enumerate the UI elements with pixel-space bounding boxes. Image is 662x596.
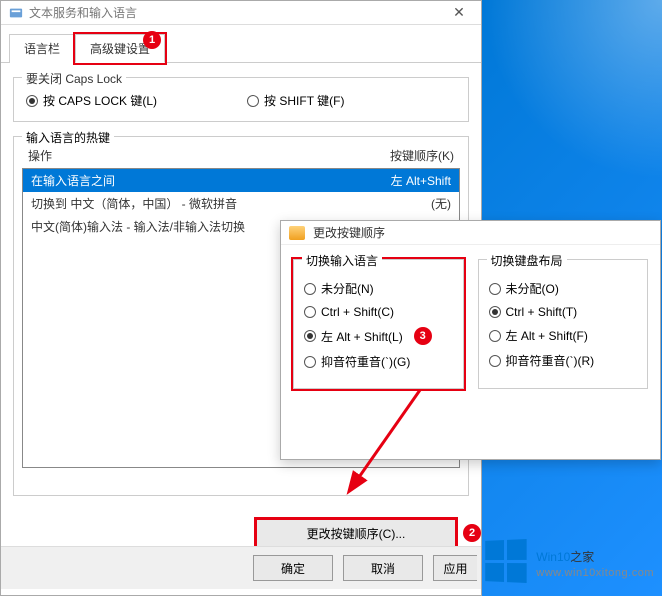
desktop-light xyxy=(462,0,662,220)
button-label: 应用 xyxy=(443,560,467,577)
radio-label: 抑音符重音(`)(R) xyxy=(506,352,595,369)
keyboard-icon xyxy=(289,226,305,240)
tab-strip: 语言栏 高级键设置 1 xyxy=(1,25,481,63)
dialog-buttons: 确定 取消 应用 xyxy=(1,546,481,589)
radio-dot-icon xyxy=(489,330,501,342)
watermark: Win10之家 www.win10xitong.com xyxy=(484,540,654,582)
button-label: 更改按键顺序(C)... xyxy=(307,525,406,542)
badge-3: 3 xyxy=(414,327,432,345)
radio-label: Ctrl + Shift(C) xyxy=(321,305,394,319)
radio-dot-icon xyxy=(489,283,501,295)
group-legend: 切换输入语言 xyxy=(302,252,382,269)
watermark-brand: Win10之家 xyxy=(536,544,654,567)
radio-left-alt-shift[interactable]: 左 Alt + Shift(F) xyxy=(489,327,638,344)
group-legend: 切换键盘布局 xyxy=(487,252,567,269)
change-key-sequence-dialog: 更改按键顺序 切换输入语言 未分配(N) Ctrl + Shift(C) 左 A… xyxy=(280,220,661,460)
radio-dot-icon xyxy=(489,306,501,318)
close-icon[interactable]: ✕ xyxy=(445,4,473,21)
button-label: 确定 xyxy=(281,560,305,577)
radio-label: 左 Alt + Shift(F) xyxy=(506,327,588,344)
radio-label: Ctrl + Shift(T) xyxy=(506,305,578,319)
button-label: 取消 xyxy=(371,560,395,577)
radio-label: 按 CAPS LOCK 键(L) xyxy=(43,92,157,109)
cell-action: 中文(简体)输入法 - 输入法/非输入法切换 xyxy=(31,218,245,235)
radio-dot-icon xyxy=(304,356,316,368)
titlebar: 文本服务和输入语言 ✕ xyxy=(1,1,481,25)
radio-grave-accent[interactable]: 抑音符重音(`)(R) xyxy=(489,352,638,369)
radio-dot-icon xyxy=(247,95,259,107)
titlebar: 更改按键顺序 xyxy=(281,221,660,245)
apply-button[interactable]: 应用 xyxy=(433,555,477,581)
cell-action: 切换到 中文（简体，中国） - 微软拼音 xyxy=(31,195,237,212)
tab-language-bar[interactable]: 语言栏 xyxy=(9,34,75,63)
brand-b: 之家 xyxy=(570,550,594,564)
radio-label: 未分配(N) xyxy=(321,280,374,297)
radio-dot-icon xyxy=(304,306,316,318)
dialog-title: 更改按键顺序 xyxy=(313,224,652,241)
capslock-legend: 要关闭 Caps Lock xyxy=(22,70,126,87)
windows-logo-icon xyxy=(486,539,527,583)
capslock-group: 要关闭 Caps Lock 按 CAPS LOCK 键(L) 按 SHIFT 键… xyxy=(13,77,469,122)
col-action: 操作 xyxy=(28,147,52,164)
change-sequence-button[interactable]: 更改按键顺序(C)... xyxy=(256,519,456,547)
radio-grave-accent[interactable]: 抑音符重音(`)(G) xyxy=(304,353,453,370)
switch-input-language-group: 切换输入语言 未分配(N) Ctrl + Shift(C) 左 Alt + Sh… xyxy=(293,259,464,389)
radio-dot-icon xyxy=(26,95,38,107)
radio-label: 未分配(O) xyxy=(506,280,559,297)
cell-action: 在输入语言之间 xyxy=(31,172,115,189)
radio-shift-key[interactable]: 按 SHIFT 键(F) xyxy=(247,92,344,109)
radio-none[interactable]: 未分配(N) xyxy=(304,280,453,297)
radio-left-alt-shift[interactable]: 左 Alt + Shift(L) 3 xyxy=(304,327,453,345)
list-item[interactable]: 切换到 中文（简体，中国） - 微软拼音 (无) xyxy=(23,192,459,215)
radio-dot-icon xyxy=(304,283,316,295)
radio-dot-icon xyxy=(489,355,501,367)
hotkeys-legend: 输入语言的热键 xyxy=(22,129,114,146)
badge-2: 2 xyxy=(463,524,481,542)
radio-ctrl-shift[interactable]: Ctrl + Shift(T) xyxy=(489,305,638,319)
watermark-url: www.win10xitong.com xyxy=(536,567,654,579)
cell-keys: 左 Alt+Shift xyxy=(391,172,451,189)
brand-a: Win10 xyxy=(536,550,570,564)
ok-button[interactable]: 确定 xyxy=(253,555,333,581)
dialog-title: 文本服务和输入语言 xyxy=(29,4,445,21)
badge-1: 1 xyxy=(143,31,161,49)
radio-label: 左 Alt + Shift(L) xyxy=(321,328,403,345)
app-icon xyxy=(9,6,23,20)
radio-none[interactable]: 未分配(O) xyxy=(489,280,638,297)
radio-ctrl-shift[interactable]: Ctrl + Shift(C) xyxy=(304,305,453,319)
switch-keyboard-layout-group: 切换键盘布局 未分配(O) Ctrl + Shift(T) 左 Alt + Sh… xyxy=(478,259,649,389)
cell-keys: (无) xyxy=(431,195,451,212)
cancel-button[interactable]: 取消 xyxy=(343,555,423,581)
radio-dot-icon xyxy=(304,330,316,342)
list-item[interactable]: 在输入语言之间 左 Alt+Shift xyxy=(23,169,459,192)
radio-label: 抑音符重音(`)(G) xyxy=(321,353,410,370)
radio-capslock-key[interactable]: 按 CAPS LOCK 键(L) xyxy=(26,92,157,109)
col-keys: 按键顺序(K) xyxy=(390,147,454,164)
radio-label: 按 SHIFT 键(F) xyxy=(264,92,344,109)
change-sequence-row: 更改按键顺序(C)... 2 xyxy=(256,519,463,547)
